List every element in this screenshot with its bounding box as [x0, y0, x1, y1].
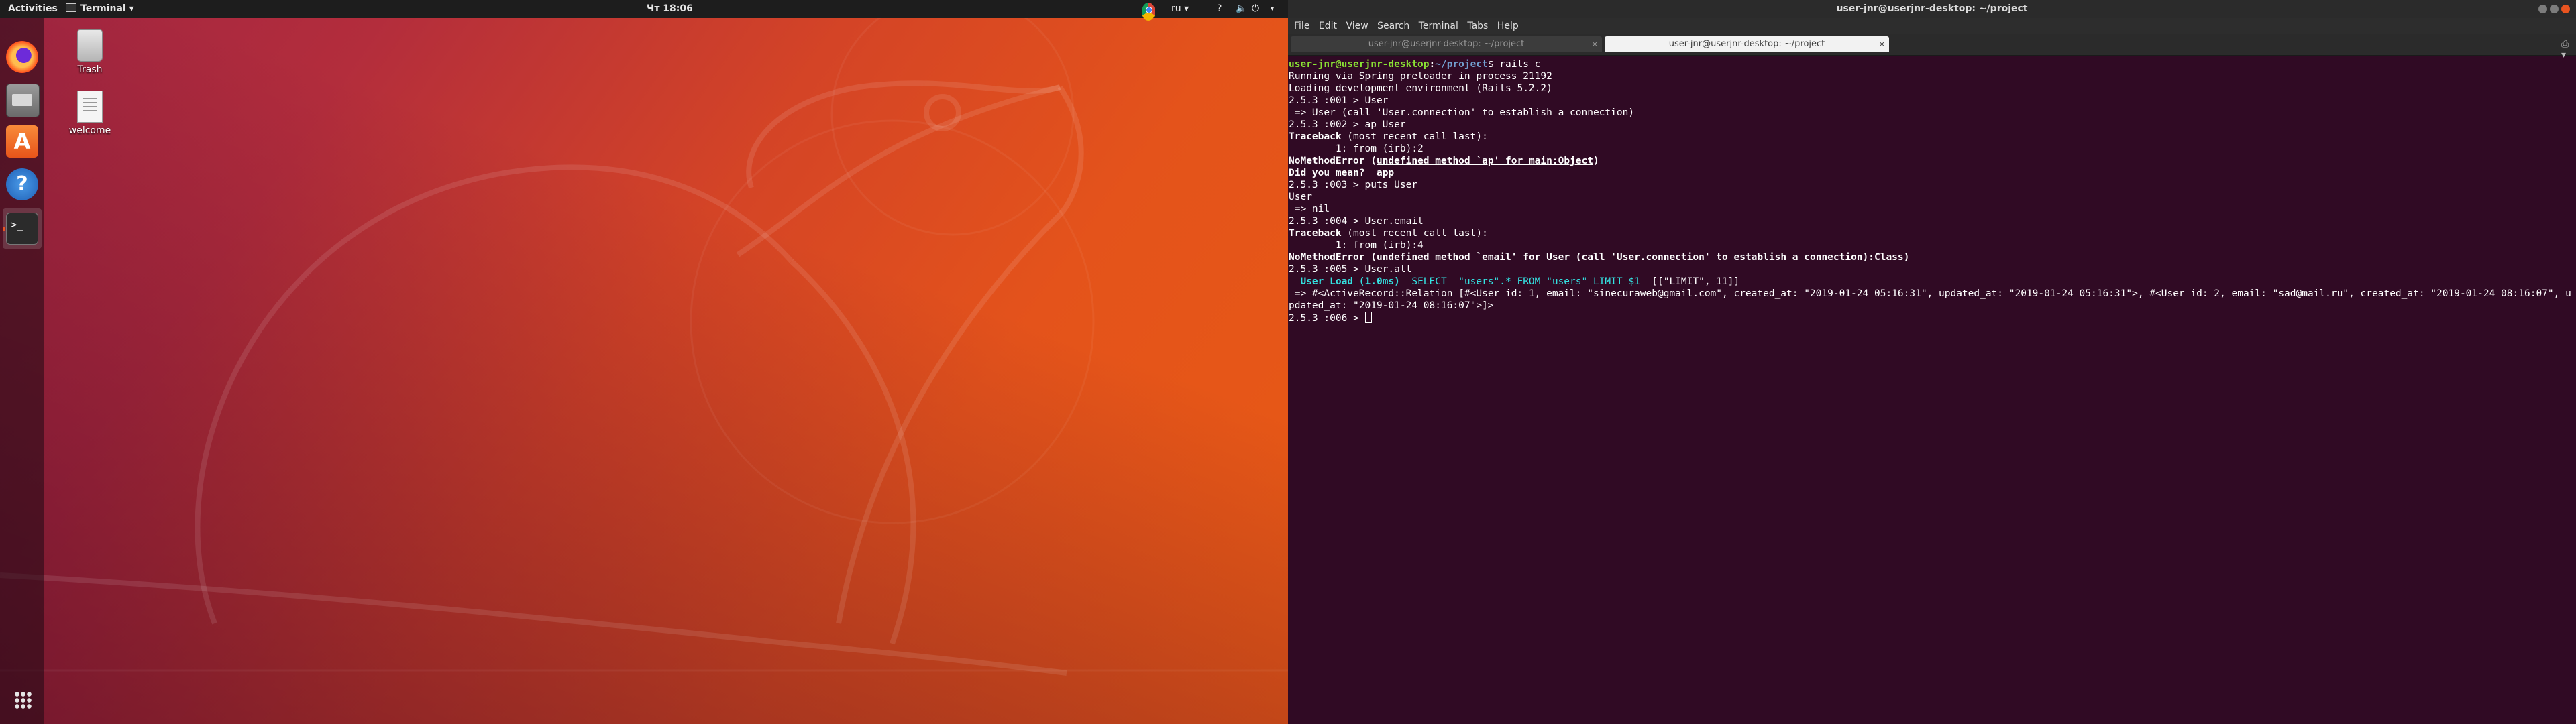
- terminal-icon[interactable]: >_: [6, 213, 38, 245]
- menu-file[interactable]: File: [1294, 18, 1309, 34]
- terminal-line: => nil: [1289, 204, 1330, 215]
- close-tab-icon[interactable]: ×: [1592, 36, 1598, 52]
- window-title: user-jnr@userjnr-desktop: ~/project: [1836, 3, 2028, 14]
- desktop-icon-label: welcome: [68, 125, 111, 136]
- terminal-line: 2.5.3 :003 > puts User: [1289, 180, 1418, 190]
- files-icon[interactable]: [6, 84, 40, 117]
- help-icon[interactable]: ?: [6, 168, 38, 200]
- show-apps-icon[interactable]: [6, 684, 38, 717]
- menu-view[interactable]: View: [1346, 18, 1368, 34]
- terminal-line: NoMethodError (undefined method `email' …: [1289, 252, 1910, 263]
- menu-edit[interactable]: Edit: [1319, 18, 1337, 34]
- terminal-line: 2.5.3 :002 > ap User: [1289, 119, 1406, 130]
- grid-icon: [14, 691, 32, 709]
- terminal-line: 2.5.3 :004 > User.email: [1289, 216, 1424, 227]
- chrome-tray-icon[interactable]: [1142, 3, 1155, 21]
- terminal-line: 2.5.3 :005 > User.all: [1289, 264, 1412, 275]
- terminal-line: 1: from (irb):2: [1289, 143, 1424, 154]
- volume-icon[interactable]: 🔈: [1236, 0, 1247, 18]
- terminal-line: Running via Spring preloader in process …: [1289, 71, 1552, 82]
- running-indicator: [3, 227, 5, 231]
- desktop-icon-welcome[interactable]: welcome: [56, 90, 123, 136]
- terminal-line: NoMethodError (undefined method `ap' for…: [1289, 156, 1599, 166]
- window-titlebar[interactable]: user-jnr@userjnr-desktop: ~/project: [1288, 0, 2576, 18]
- menu-tabs[interactable]: Tabs: [1467, 18, 1488, 34]
- terminal-small-icon: [66, 3, 76, 12]
- terminal-output[interactable]: user-jnr@userjnr-desktop:~/project$ rail…: [1288, 57, 2576, 724]
- app-menu-label: Terminal: [80, 3, 126, 14]
- text-cursor: [1364, 312, 1372, 323]
- terminal-tabbar: user-jnr@userjnr-desktop: ~/project × us…: [1288, 34, 2576, 60]
- dock-active-item: >_: [3, 208, 42, 249]
- terminal-line: Traceback (most recent call last):: [1289, 131, 1488, 142]
- terminal-line: => #<ActiveRecord::Relation [#<User id: …: [1289, 288, 2571, 311]
- maximize-button[interactable]: [2550, 5, 2559, 13]
- terminal-tab-1[interactable]: user-jnr@userjnr-desktop: ~/project ×: [1291, 36, 1602, 52]
- terminal-line: user-jnr@userjnr-desktop:~/project$ rail…: [1289, 59, 1541, 70]
- desktop-background: Trash welcome: [0, 0, 1288, 724]
- power-icon[interactable]: ⏻: [1252, 0, 1259, 18]
- terminal-window: user-jnr@userjnr-desktop: ~/project File…: [1288, 0, 2576, 724]
- system-menu-arrow-icon[interactable]: ▾: [1271, 0, 1274, 18]
- minimize-button[interactable]: [2538, 5, 2547, 13]
- firefox-icon[interactable]: [6, 41, 38, 73]
- terminal-line: Did you mean? app: [1289, 168, 1395, 178]
- menu-terminal[interactable]: Terminal: [1419, 18, 1458, 34]
- terminal-line: Loading development environment (Rails 5…: [1289, 83, 1552, 94]
- terminal-menubar: File Edit View Search Terminal Tabs Help: [1288, 18, 2576, 34]
- text-file-icon: [77, 90, 103, 123]
- close-window-button[interactable]: [2561, 5, 2570, 13]
- activities-button[interactable]: Activities: [8, 0, 58, 18]
- wallpaper-bird-art: [0, 0, 1288, 676]
- terminal-tab-2-active[interactable]: user-jnr@userjnr-desktop: ~/project ×: [1605, 36, 1889, 52]
- software-icon[interactable]: A: [6, 125, 38, 158]
- terminal-line: User Load (1.0ms) SELECT "users".* FROM …: [1289, 276, 1740, 287]
- keyboard-layout-indicator[interactable]: ru ▾: [1171, 0, 1189, 18]
- desktop-icon-label: Trash: [77, 64, 103, 75]
- help-tray-icon[interactable]: ?: [1217, 0, 1222, 18]
- close-tab-icon[interactable]: ×: [1879, 36, 1885, 52]
- terminal-line: Traceback (most recent call last):: [1289, 228, 1488, 239]
- terminal-line: User: [1289, 192, 1312, 202]
- terminal-prompt-line: 2.5.3 :006 >: [1289, 312, 2576, 324]
- chevron-down-icon: ▾: [129, 3, 134, 14]
- clock[interactable]: Чт 18:06: [647, 0, 693, 18]
- dock: A ? >_: [0, 18, 44, 724]
- app-menu-terminal[interactable]: Terminal ▾: [66, 0, 134, 18]
- terminal-line: 1: from (irb):4: [1289, 240, 1424, 251]
- tab-label: user-jnr@userjnr-desktop: ~/project: [1368, 39, 1525, 49]
- tab-label: user-jnr@userjnr-desktop: ~/project: [1668, 39, 1825, 49]
- desktop-icon-trash[interactable]: Trash: [56, 29, 123, 75]
- menu-search[interactable]: Search: [1377, 18, 1409, 34]
- terminal-line: => User (call 'User.connection' to estab…: [1289, 107, 1635, 118]
- trash-icon: [77, 29, 103, 62]
- menu-help[interactable]: Help: [1497, 18, 1519, 34]
- terminal-line: 2.5.3 :001 > User: [1289, 95, 1389, 106]
